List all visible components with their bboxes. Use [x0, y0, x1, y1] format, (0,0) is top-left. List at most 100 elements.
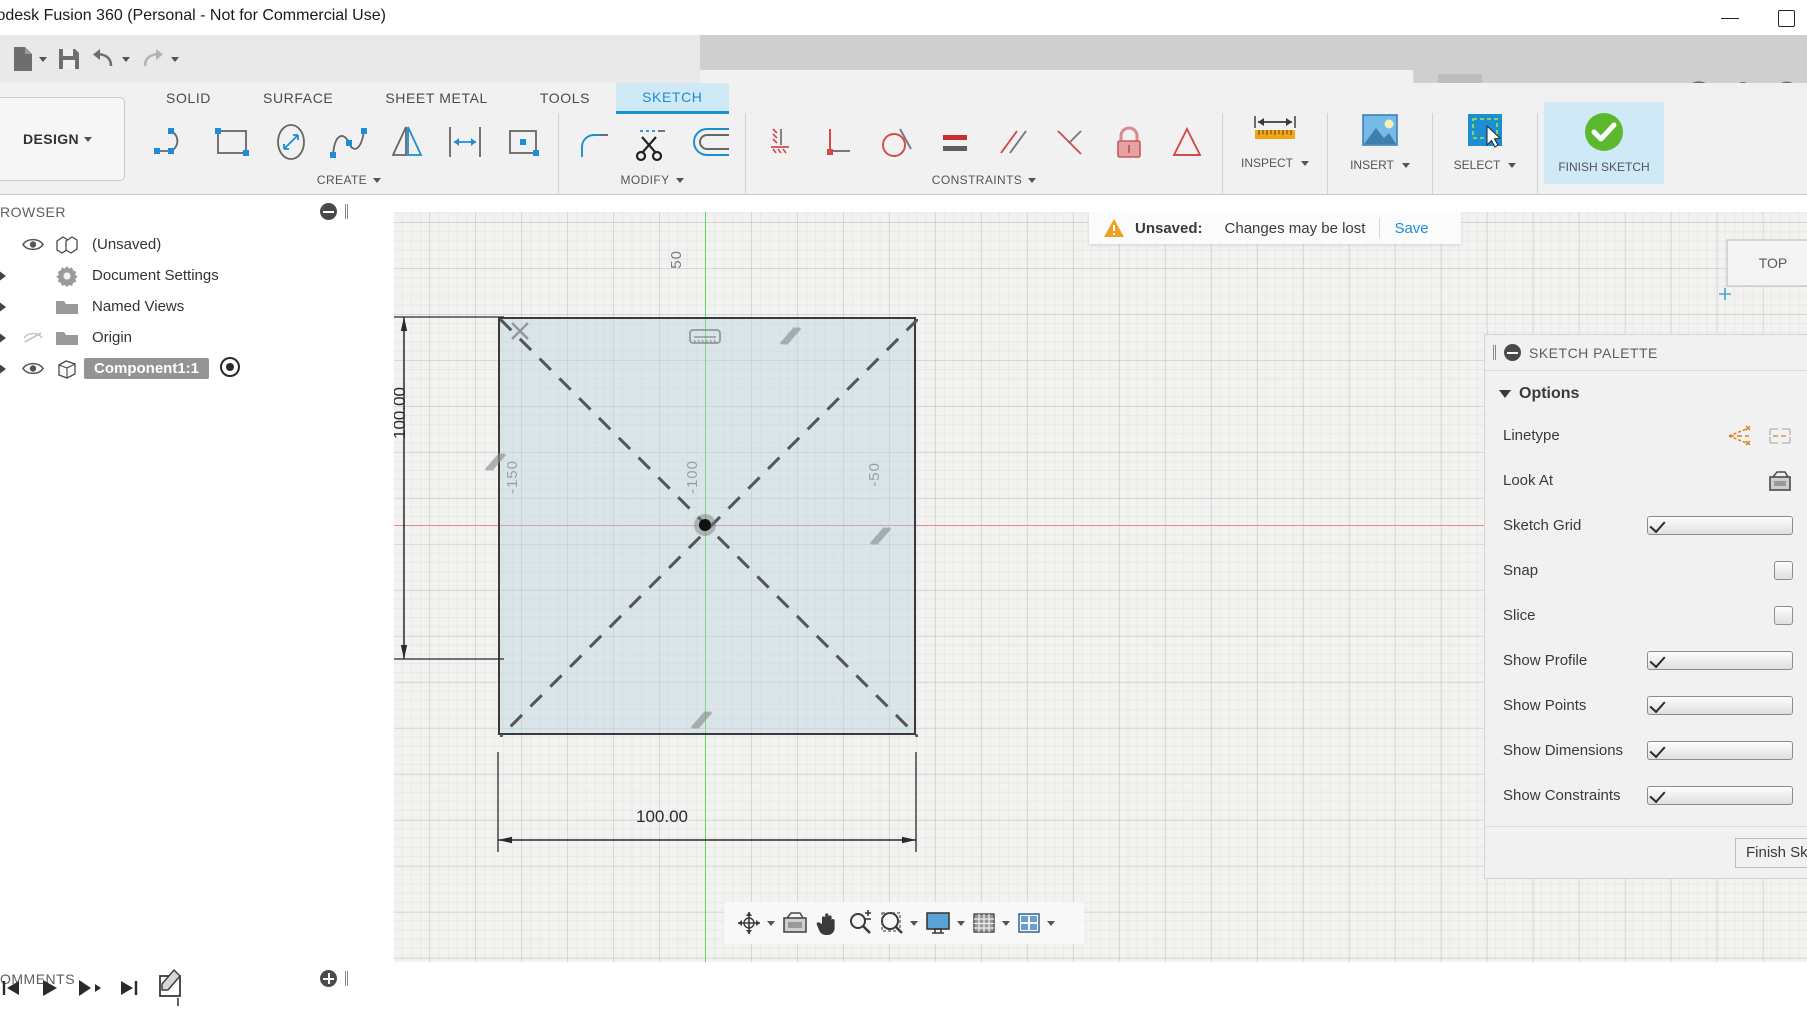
twisty-icon[interactable] — [0, 332, 16, 344]
visibility-icon-hidden[interactable] — [16, 330, 50, 346]
browser-item-unsaved[interactable]: (Unsaved) — [0, 229, 394, 260]
tool-offset[interactable] — [436, 115, 494, 171]
tool-mirror[interactable] — [378, 115, 436, 171]
display-settings-button[interactable] — [922, 907, 967, 939]
palette-resize-grip[interactable] — [1493, 345, 1496, 360]
timeline-sketch-feature[interactable] — [156, 968, 190, 1008]
tool-parallel[interactable] — [984, 115, 1042, 171]
tab-tools[interactable]: TOOLS — [514, 84, 616, 112]
tool-select[interactable]: SELECT — [1439, 102, 1531, 184]
pan-button[interactable] — [813, 907, 843, 939]
palette-row-snap[interactable]: Snap — [1485, 548, 1807, 593]
sketch-grid-checkbox[interactable] — [1647, 516, 1793, 535]
visibility-icon[interactable] — [16, 361, 50, 376]
browser-item-origin[interactable]: Origin — [0, 322, 394, 353]
centerline-icon[interactable] — [1767, 425, 1793, 447]
visibility-icon[interactable] — [16, 237, 50, 252]
palette-row-show-projected-geometries[interactable]: Show Projected Geometries — [1485, 818, 1807, 826]
snap-checkbox[interactable] — [1774, 561, 1793, 580]
tool-tangent[interactable] — [868, 115, 926, 171]
show-points-checkbox[interactable] — [1647, 696, 1793, 715]
grid-snaps-button[interactable] — [969, 907, 1012, 939]
timeline-step-forward[interactable] — [76, 977, 102, 999]
construction-line-icon[interactable] — [1727, 425, 1753, 447]
timeline-go-end[interactable] — [118, 977, 140, 999]
tool-offset-modify[interactable] — [681, 115, 739, 171]
vertical-dimension-value[interactable]: 100.00 — [394, 387, 410, 439]
zoom-button[interactable] — [845, 907, 875, 939]
options-section-header[interactable]: Options — [1485, 381, 1807, 413]
parallel-constraint-glyph-top[interactable] — [777, 322, 803, 348]
tab-surface[interactable]: SURFACE — [237, 84, 359, 112]
horizontal-dimension-value[interactable]: 100.00 — [636, 807, 688, 827]
tool-horizontal-vertical[interactable] — [752, 115, 810, 171]
look-at-button[interactable] — [779, 907, 811, 939]
parallel-constraint-glyph-bottom[interactable] — [688, 706, 714, 732]
horizontal-constraint-glyph[interactable] — [689, 328, 721, 346]
show-dimensions-checkbox[interactable] — [1647, 741, 1793, 760]
tool-perpendicular[interactable] — [810, 115, 868, 171]
chevron-down-icon[interactable] — [767, 921, 775, 926]
maximize-icon[interactable] — [1775, 7, 1797, 29]
collapse-palette-icon[interactable] — [1504, 344, 1521, 361]
origin-point[interactable] — [699, 519, 711, 531]
add-comment-icon[interactable] — [320, 970, 337, 987]
browser-resize-grip[interactable] — [345, 204, 348, 219]
tool-fillet[interactable] — [565, 115, 623, 171]
tab-sketch[interactable]: SKETCH — [616, 83, 728, 114]
panel-insert-label[interactable]: INSERT — [1350, 158, 1410, 172]
show-profile-checkbox[interactable] — [1647, 651, 1793, 670]
twisty-icon[interactable] — [0, 270, 16, 282]
workspace-selector[interactable]: DESIGN — [0, 97, 125, 181]
viewports-button[interactable] — [1014, 907, 1057, 939]
tool-fix-unfix[interactable] — [1100, 115, 1158, 171]
palette-row-show-profile[interactable]: Show Profile — [1485, 638, 1807, 683]
panel-modify-label[interactable]: MODIFY — [620, 173, 683, 187]
tool-rectangular-pattern[interactable] — [494, 115, 552, 171]
palette-row-linetype[interactable]: Linetype — [1485, 413, 1807, 458]
look-at-icon[interactable] — [1767, 469, 1793, 493]
parallel-constraint-glyph-right[interactable] — [867, 522, 893, 548]
browser-item-named-views[interactable]: Named Views — [0, 291, 394, 322]
palette-row-show-constraints[interactable]: Show Constraints — [1485, 773, 1807, 818]
palette-row-show-dimensions[interactable]: Show Dimensions — [1485, 728, 1807, 773]
palette-row-show-points[interactable]: Show Points — [1485, 683, 1807, 728]
palette-row-sketch-grid[interactable]: Sketch Grid — [1485, 503, 1807, 548]
palette-row-slice[interactable]: Slice — [1485, 593, 1807, 638]
tool-rectangle[interactable] — [204, 115, 262, 171]
undo-button[interactable] — [87, 39, 134, 79]
palette-row-look-at[interactable]: Look At — [1485, 458, 1807, 503]
palette-finish-sketch-button[interactable]: Finish Sketch — [1735, 838, 1807, 868]
comments-resize-grip[interactable] — [345, 971, 348, 986]
tool-measure[interactable]: INSPECT — [1229, 102, 1321, 184]
redo-button[interactable] — [136, 39, 183, 79]
tool-symmetry[interactable] — [1158, 115, 1216, 171]
panel-select-label[interactable]: SELECT — [1454, 158, 1517, 172]
tool-midpoint[interactable] — [1042, 115, 1100, 171]
tool-spline[interactable] — [320, 115, 378, 171]
orbit-button[interactable] — [734, 907, 777, 939]
tool-insert-image[interactable]: INSERT — [1334, 102, 1426, 184]
twisty-icon[interactable] — [0, 363, 16, 375]
horizontal-dimension[interactable] — [490, 752, 930, 872]
tab-sheet-metal[interactable]: SHEET METAL — [359, 84, 514, 112]
browser-item-component1[interactable]: Component1:1 — [0, 353, 394, 384]
tool-equal[interactable] — [926, 115, 984, 171]
tab-solid[interactable]: SOLID — [140, 84, 237, 112]
finish-sketch-button[interactable]: FINISH SKETCH — [1544, 102, 1664, 184]
collapse-browser-icon[interactable] — [320, 203, 337, 220]
save-button[interactable] — [53, 39, 85, 79]
banner-save-link[interactable]: Save — [1394, 220, 1428, 237]
panel-inspect-label[interactable]: INSPECT — [1241, 156, 1309, 170]
chevron-down-icon[interactable] — [1047, 921, 1055, 926]
zoom-window-button[interactable] — [877, 907, 920, 939]
chevron-down-icon[interactable] — [1002, 921, 1010, 926]
tool-trim[interactable] — [623, 115, 681, 171]
twisty-icon[interactable] — [0, 301, 16, 313]
browser-item-document-settings[interactable]: Document Settings — [0, 260, 394, 291]
new-file-button[interactable] — [8, 39, 51, 79]
panel-constraints-label[interactable]: CONSTRAINTS — [932, 173, 1036, 187]
timeline-play-back[interactable] — [38, 977, 60, 999]
activate-component-icon[interactable] — [219, 356, 241, 382]
minimize-icon[interactable] — [1719, 7, 1741, 29]
